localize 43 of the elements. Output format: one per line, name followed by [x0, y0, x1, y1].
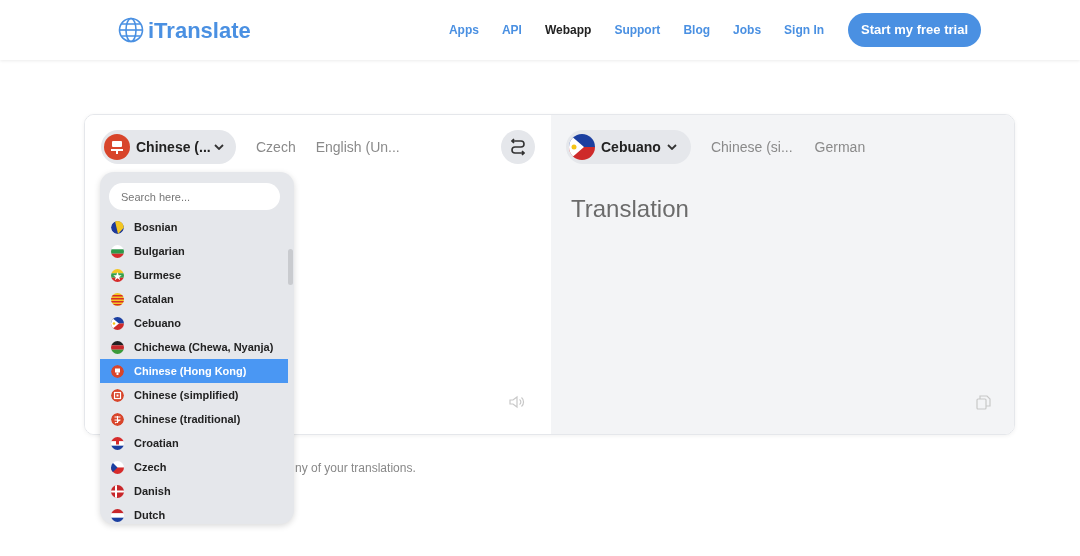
copy-icon[interactable] [976, 395, 991, 410]
language-option[interactable]: Danish [100, 479, 288, 503]
language-option[interactable]: Croatian [100, 431, 288, 455]
language-option[interactable]: Chichewa (Chewa, Nyanja) [100, 335, 288, 359]
chevron-down-icon [214, 144, 224, 150]
flag-icon [111, 316, 124, 330]
language-option[interactable]: Burmese [100, 263, 288, 287]
flag-icon [111, 340, 124, 354]
speaker-icon[interactable] [509, 395, 525, 409]
chevron-down-icon [666, 144, 677, 150]
translation-placeholder: Translation [571, 195, 689, 222]
swap-icon [511, 138, 525, 156]
footnote-text: ny of your translations. [295, 460, 416, 477]
language-option[interactable]: Catalan [100, 287, 288, 311]
translation-output-field[interactable]: Cebuano Chinese (si... German Translation [551, 115, 1014, 434]
flag-icon [111, 388, 124, 402]
language-option[interactable]: Chinese (traditional) [100, 407, 288, 431]
flag-icon [111, 268, 124, 282]
flag-icon [569, 134, 595, 160]
language-option[interactable]: Chinese (simplified) [100, 383, 288, 407]
flag-icon [104, 134, 130, 160]
scrollbar-thumb[interactable] [288, 249, 293, 285]
nav-link[interactable]: Webapp [544, 21, 592, 39]
language-option[interactable]: Bosnian [100, 215, 288, 239]
flag-icon [111, 508, 124, 522]
source-language-selector[interactable]: Chinese (... [101, 130, 236, 164]
flag-icon [111, 292, 124, 306]
swap-languages-button[interactable] [501, 130, 535, 164]
flag-icon [111, 484, 124, 498]
flag-icon [111, 460, 124, 474]
flag-icon [111, 220, 124, 234]
recent-language-tab[interactable]: English (Un... [315, 136, 400, 158]
language-option[interactable]: Dutch [100, 503, 288, 524]
target-language-selector[interactable]: Cebuano [566, 130, 691, 164]
flag-icon [111, 244, 124, 258]
flag-icon [111, 364, 124, 378]
language-option[interactable]: Czech [100, 455, 288, 479]
language-option[interactable]: Bulgarian [100, 239, 288, 263]
globe-icon [118, 17, 144, 43]
language-option[interactable]: Cebuano [100, 311, 288, 335]
flag-icon [111, 436, 124, 450]
search-field[interactable]: Search here... [109, 183, 280, 210]
flag-icon [111, 412, 124, 426]
